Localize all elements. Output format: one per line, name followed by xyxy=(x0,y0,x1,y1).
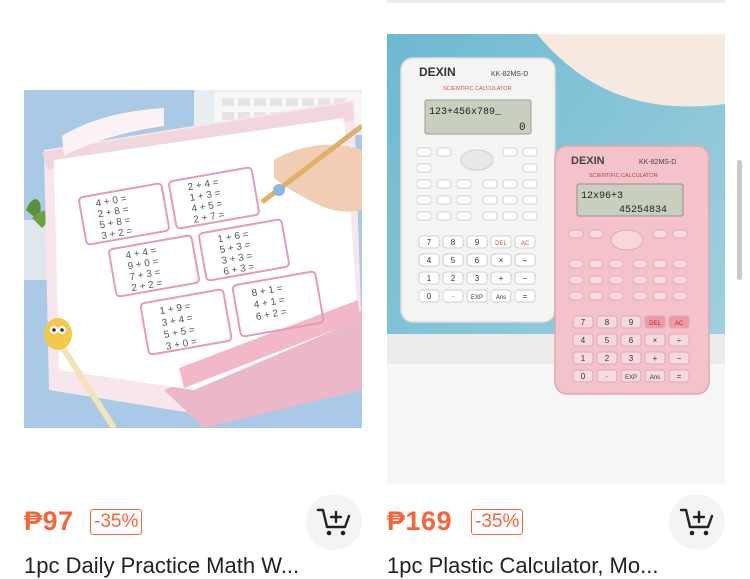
svg-text:4: 4 xyxy=(581,336,586,345)
svg-text:3: 3 xyxy=(629,354,634,363)
product-price: ₱97 xyxy=(24,506,74,536)
product-price: ₱169 xyxy=(387,506,453,536)
svg-text:+: + xyxy=(499,274,504,283)
svg-text:4: 4 xyxy=(427,256,432,265)
svg-text:=: = xyxy=(523,292,528,301)
svg-text:DEL: DEL xyxy=(495,241,507,247)
svg-text:8: 8 xyxy=(451,238,456,247)
svg-text:9: 9 xyxy=(629,318,634,327)
svg-text:6: 6 xyxy=(629,336,634,345)
svg-text:DEL: DEL xyxy=(649,321,661,327)
svg-text:7: 7 xyxy=(427,238,432,247)
discount-badge: -35% xyxy=(90,509,143,535)
svg-text:SCIENTIFIC CALCULATOR: SCIENTIFIC CALCULATOR xyxy=(589,173,658,179)
calculator-photo: DEXIN KK-82MS-D SCIENTIFIC CALCULATOR 12… xyxy=(387,34,725,484)
svg-text:5: 5 xyxy=(451,256,456,265)
svg-text:·: · xyxy=(452,292,455,301)
svg-text:6: 6 xyxy=(475,256,480,265)
math-workbook-photo: 4 + 0 = 2 + 8 = 5 + 8 = 3 + 2 = 2 + 4 = … xyxy=(24,90,362,428)
calc-brand: DEXIN xyxy=(419,65,456,79)
product-card-math-workbook[interactable]: 4 + 0 = 2 + 8 = 5 + 8 = 3 + 2 = 2 + 4 = … xyxy=(24,0,362,578)
svg-text:123+456x789_: 123+456x789_ xyxy=(429,107,502,118)
svg-text:SCIENTIFIC CALCULATOR: SCIENTIFIC CALCULATOR xyxy=(443,86,512,92)
add-to-cart-button[interactable] xyxy=(669,494,725,550)
svg-text:0: 0 xyxy=(519,122,526,134)
svg-text:AC: AC xyxy=(675,321,684,327)
svg-text:×: × xyxy=(653,336,658,345)
svg-text:0: 0 xyxy=(581,372,586,381)
price-row: ₱97 -35% xyxy=(24,494,362,550)
svg-text:·: · xyxy=(606,372,609,381)
svg-text:7: 7 xyxy=(581,318,586,327)
svg-text:2: 2 xyxy=(605,354,610,363)
svg-text:EXP: EXP xyxy=(471,295,483,301)
discount-badge: -35% xyxy=(471,509,524,535)
product-title[interactable]: 1pc Daily Practice Math W... xyxy=(24,553,362,579)
svg-text:EXP: EXP xyxy=(625,375,637,381)
svg-text:−: − xyxy=(523,274,528,283)
product-title[interactable]: 1pc Plastic Calculator, Mo... xyxy=(387,553,725,579)
svg-text:+: + xyxy=(653,354,658,363)
product-card-calculator[interactable]: DEXIN KK-82MS-D SCIENTIFIC CALCULATOR 12… xyxy=(387,0,725,578)
svg-text:DEXIN: DEXIN xyxy=(571,155,605,167)
cart-plus-icon xyxy=(679,508,714,536)
svg-text:2: 2 xyxy=(451,274,456,283)
svg-text:12x96+3: 12x96+3 xyxy=(581,191,623,202)
svg-text:5: 5 xyxy=(605,336,610,345)
svg-text:9: 9 xyxy=(475,238,480,247)
svg-text:Ans: Ans xyxy=(650,375,660,381)
svg-text:Ans: Ans xyxy=(496,295,506,301)
svg-text:3: 3 xyxy=(475,274,480,283)
svg-text:KK-82MS-D: KK-82MS-D xyxy=(491,71,528,78)
svg-text:KK-82MS-D: KK-82MS-D xyxy=(639,159,676,166)
svg-text:AC: AC xyxy=(521,241,530,247)
price-row: ₱169 -35% xyxy=(387,494,725,550)
svg-text:1: 1 xyxy=(581,354,586,363)
svg-text:÷: ÷ xyxy=(523,256,528,265)
svg-text:−: − xyxy=(677,354,682,363)
add-to-cart-button[interactable] xyxy=(306,494,362,550)
scrollbar[interactable] xyxy=(737,160,742,280)
product-image[interactable]: DEXIN KK-82MS-D SCIENTIFIC CALCULATOR 12… xyxy=(387,34,725,484)
svg-text:45254834: 45254834 xyxy=(619,205,667,216)
svg-text:÷: ÷ xyxy=(677,336,682,345)
svg-text:×: × xyxy=(499,256,504,265)
svg-text:=: = xyxy=(677,372,682,381)
svg-text:1: 1 xyxy=(427,274,432,283)
product-image[interactable]: 4 + 0 = 2 + 8 = 5 + 8 = 3 + 2 = 2 + 4 = … xyxy=(24,90,362,428)
svg-text:8: 8 xyxy=(605,318,610,327)
cart-plus-icon xyxy=(316,508,351,536)
svg-text:0: 0 xyxy=(427,292,432,301)
